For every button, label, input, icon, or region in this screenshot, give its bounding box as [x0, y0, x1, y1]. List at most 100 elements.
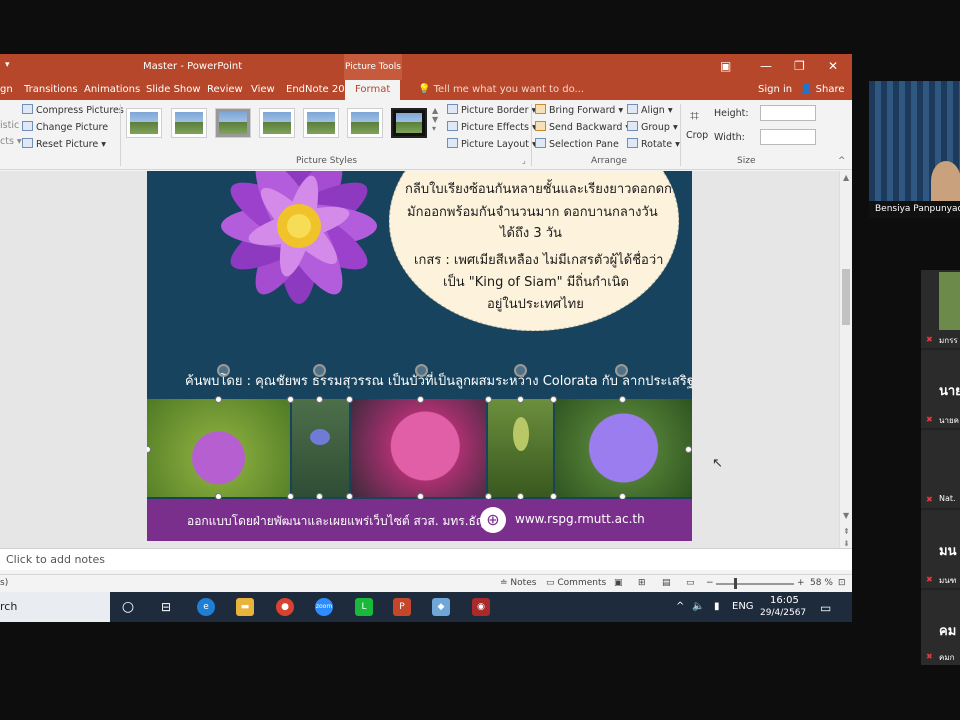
photo-pink-lotus[interactable] — [351, 399, 486, 497]
picture-style-5[interactable] — [303, 108, 339, 138]
language-indicator[interactable]: ENG — [732, 601, 754, 612]
slideshow-view-icon[interactable]: ▭ — [686, 578, 695, 588]
participant-tile[interactable]: ✖ Nat. — [921, 430, 960, 508]
start-circle-icon[interactable]: ○ — [119, 598, 137, 616]
rotation-handle[interactable] — [514, 364, 527, 377]
picture-layout-button[interactable]: Picture Layout ▾ — [447, 138, 537, 150]
ribbon-display-options-icon[interactable]: ▣ — [720, 59, 731, 73]
zoom-in-icon[interactable]: + — [797, 578, 805, 588]
participant-video-tile[interactable]: Bensiya Panpunyao — [869, 81, 960, 218]
clock-date[interactable]: 29/4/2567 — [760, 608, 806, 618]
sign-in-link[interactable]: Sign in — [758, 84, 792, 95]
resize-handle[interactable] — [346, 396, 353, 403]
slide-canvas[interactable]: กลีบใบเรียงซ้อนกันหลายชั้นและเรียงยาวดอก… — [147, 171, 692, 541]
resize-handle[interactable] — [619, 396, 626, 403]
tab-review[interactable]: Review — [207, 84, 243, 95]
resize-handle[interactable] — [417, 396, 424, 403]
tab-design[interactable]: gn — [0, 84, 13, 95]
height-input[interactable] — [760, 105, 816, 121]
previous-slide-icon[interactable]: ⇞ — [843, 527, 850, 536]
crop-button[interactable]: Crop — [686, 130, 708, 141]
tab-format[interactable]: Format — [345, 80, 401, 100]
quick-access-chevron-icon[interactable]: ▾ — [5, 60, 10, 70]
slide-sorter-icon[interactable]: ⊞ — [638, 578, 646, 588]
resize-handle[interactable] — [287, 396, 294, 403]
participant-tile[interactable]: คม ✖ คมก — [921, 590, 960, 665]
rotation-handle[interactable] — [615, 364, 628, 377]
notes-pane[interactable]: Click to add notes — [0, 548, 852, 570]
minimize-button[interactable]: — — [760, 59, 772, 73]
battery-icon[interactable]: ▮ — [714, 601, 720, 612]
participant-tile[interactable]: นาย ✖ นายค — [921, 350, 960, 428]
rotation-handle[interactable] — [415, 364, 428, 377]
rotation-handle[interactable] — [313, 364, 326, 377]
lotus-flower-image[interactable] — [199, 171, 399, 321]
resize-handle[interactable] — [550, 396, 557, 403]
tray-chevron-icon[interactable]: ^ — [676, 601, 684, 612]
participant-tile[interactable]: มน ✖ มนฑ — [921, 510, 960, 588]
collapse-ribbon-icon[interactable]: ^ — [838, 156, 846, 166]
close-button[interactable]: ✕ — [828, 59, 838, 73]
tell-me-search[interactable]: 💡 Tell me what you want to do... — [418, 84, 584, 95]
app-icon[interactable]: ◆ — [432, 598, 450, 616]
artistic-effects-partial[interactable]: istic — [0, 120, 19, 131]
chrome-icon[interactable]: ● — [276, 598, 294, 616]
picture-effects-button[interactable]: Picture Effects ▾ — [447, 121, 537, 133]
share-button[interactable]: 👤 Share — [800, 84, 845, 95]
resize-handle[interactable] — [685, 446, 692, 453]
picture-style-3[interactable] — [215, 108, 251, 138]
clock-time[interactable]: 16:05 — [770, 595, 799, 606]
task-view-icon[interactable]: ⊟ — [157, 598, 175, 616]
crop-icon[interactable]: ⌗ — [690, 106, 699, 126]
artistic-effects-partial-2[interactable]: cts ▾ — [0, 136, 22, 147]
reset-picture-button[interactable]: Reset Picture ▾ — [22, 138, 106, 150]
bring-forward-button[interactable]: Bring Forward ▾ — [535, 104, 623, 116]
vertical-scrollbar[interactable]: ▲ ▼ ⇞ ⇟ — [839, 171, 852, 556]
recorder-icon[interactable]: ◉ — [472, 598, 490, 616]
powerpoint-icon[interactable]: P — [393, 598, 411, 616]
notifications-icon[interactable]: ▭ — [820, 601, 831, 615]
resize-handle[interactable] — [215, 396, 222, 403]
picture-style-7[interactable] — [391, 108, 427, 138]
line-app-icon[interactable]: L — [355, 598, 373, 616]
scroll-up-icon[interactable]: ▲ — [843, 173, 849, 182]
resize-handle[interactable] — [316, 396, 323, 403]
tab-animations[interactable]: Animations — [84, 84, 140, 95]
picture-style-4[interactable] — [259, 108, 295, 138]
picture-border-button[interactable]: Picture Border ▾ — [447, 104, 536, 116]
photo-blue-lotus[interactable] — [555, 399, 692, 497]
zoom-level[interactable]: 58 % — [810, 578, 833, 588]
rotate-button[interactable]: Rotate ▾ — [627, 138, 680, 150]
fit-slide-icon[interactable]: ⊡ — [838, 578, 846, 588]
send-backward-button[interactable]: Send Backward ▾ — [535, 121, 630, 133]
tab-view[interactable]: View — [251, 84, 275, 95]
change-picture-button[interactable]: Change Picture — [22, 121, 108, 133]
compress-pictures-button[interactable]: Compress Pictures — [22, 104, 124, 116]
align-button[interactable]: Align ▾ — [627, 104, 673, 116]
tab-endnote[interactable]: EndNote 20 — [286, 84, 345, 95]
reading-view-icon[interactable]: ▤ — [662, 578, 671, 588]
zoom-slider[interactable] — [716, 583, 794, 585]
normal-view-icon[interactable]: ▣ — [614, 578, 623, 588]
participant-tile[interactable]: ✖ มกรร — [921, 270, 960, 348]
styles-scroll-arrows[interactable]: ▲ ▼ ▾ — [432, 106, 438, 133]
next-slide-icon[interactable]: ⇟ — [843, 539, 850, 548]
comments-toggle[interactable]: ▭ Comments — [546, 578, 606, 588]
resize-handle[interactable] — [485, 396, 492, 403]
scrollbar-thumb[interactable] — [842, 269, 850, 325]
selection-pane-button[interactable]: Selection Pane — [535, 138, 619, 150]
dialog-launcher-icon[interactable]: ⌟ — [522, 156, 526, 165]
photo-lotus-bud[interactable] — [147, 399, 290, 497]
zoom-out-icon[interactable]: − — [706, 578, 714, 588]
tab-slide-show[interactable]: Slide Show — [146, 84, 201, 95]
zoom-app-icon[interactable]: zoom — [315, 598, 333, 616]
volume-icon[interactable]: 🔈 — [692, 601, 704, 612]
picture-style-1[interactable] — [126, 108, 162, 138]
group-button[interactable]: Group ▾ — [627, 121, 678, 133]
restore-button[interactable]: ❐ — [794, 59, 805, 73]
zoom-slider-thumb[interactable] — [734, 578, 737, 589]
photo-small-lotus[interactable] — [292, 399, 349, 497]
tab-transitions[interactable]: Transitions — [24, 84, 78, 95]
picture-style-6[interactable] — [347, 108, 383, 138]
scroll-down-icon[interactable]: ▼ — [843, 511, 849, 520]
